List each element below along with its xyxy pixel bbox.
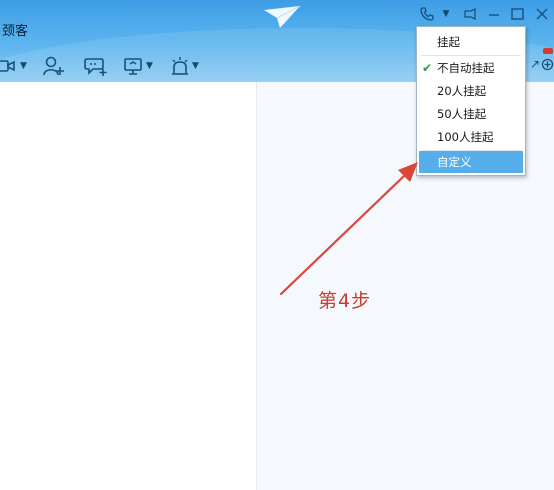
step-label: 第4步: [318, 290, 372, 312]
annotation-arrow: [279, 162, 418, 296]
